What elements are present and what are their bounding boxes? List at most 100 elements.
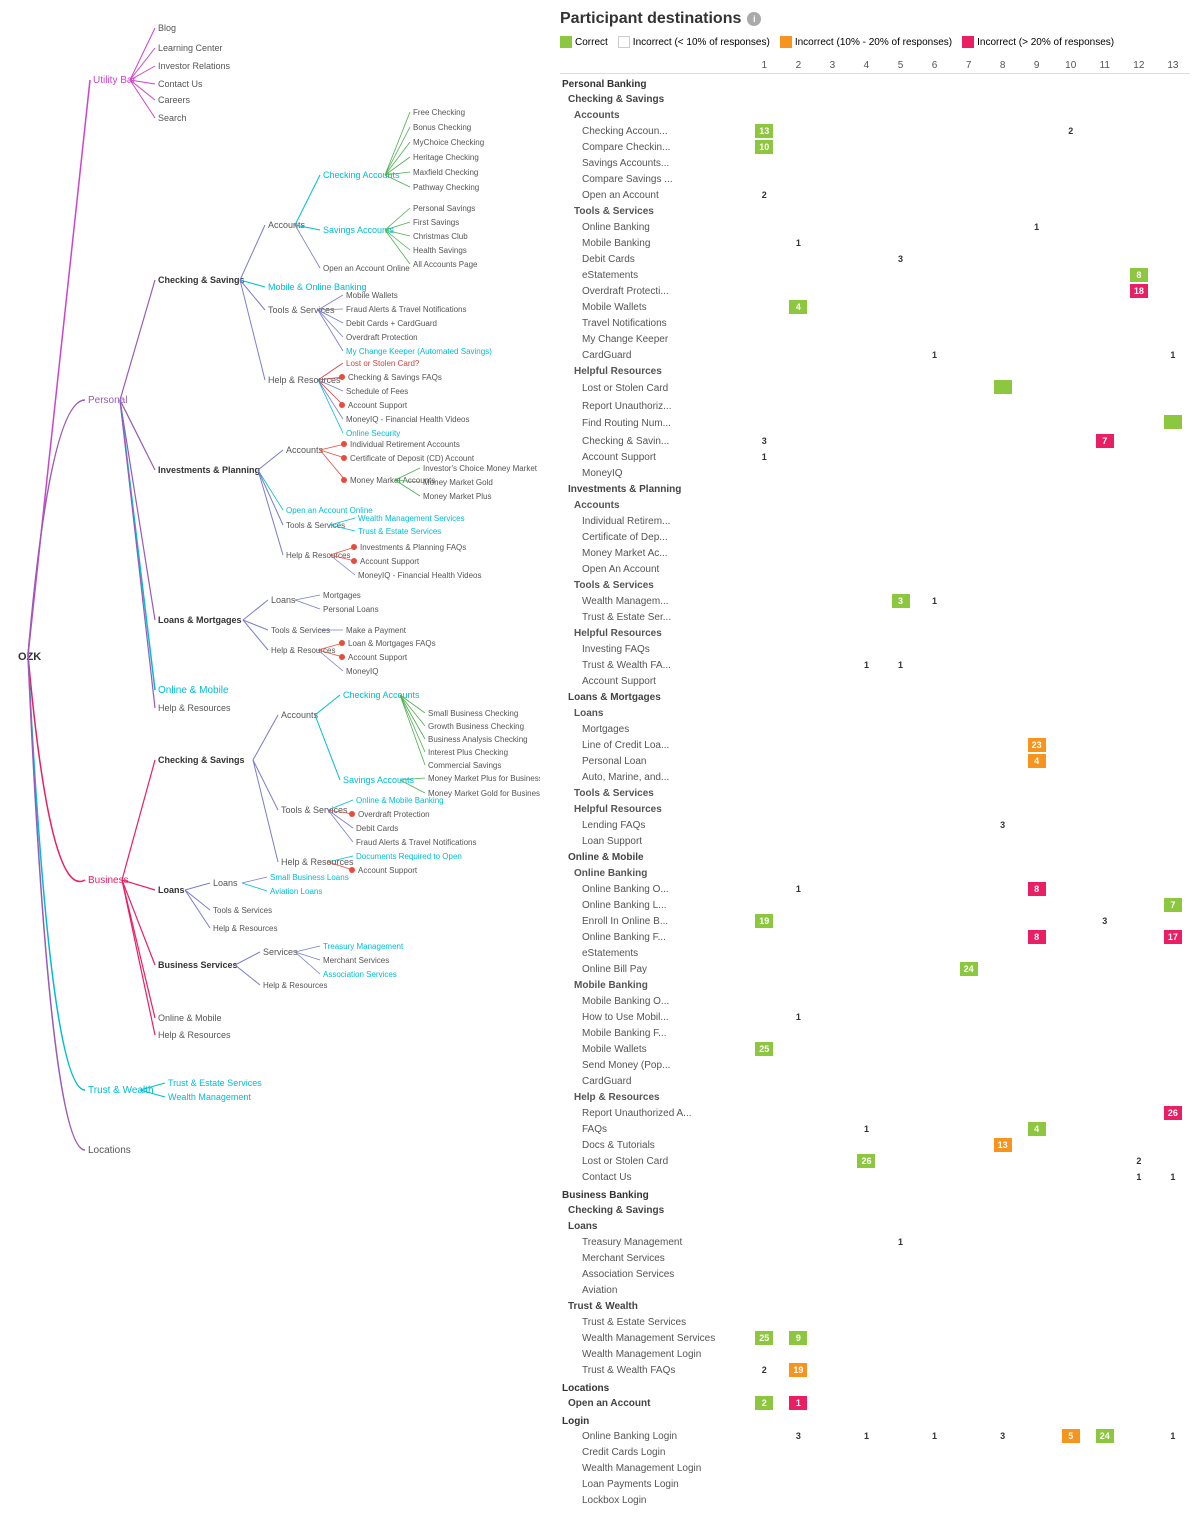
svg-text:Help & Resources: Help & Resources [213,924,277,933]
svg-text:Certificate of Deposit (CD) Ac: Certificate of Deposit (CD) Account [350,454,475,463]
svg-text:Trust & Estate Services: Trust & Estate Services [358,527,441,536]
data-cell [815,107,849,123]
data-cell [1054,1460,1088,1476]
table-row: Checking & Savings [560,1202,1190,1218]
info-icon[interactable]: i [747,12,761,26]
data-cell [747,1105,781,1121]
data-cell [986,593,1020,609]
destinations-table: 1 2 3 4 5 6 7 8 9 10 11 12 13 Personal B… [560,58,1190,1508]
svg-text:Bonus Checking: Bonus Checking [413,123,471,132]
row-label: CardGuard [560,1073,747,1089]
data-cell [1156,737,1190,753]
data-cell [1156,641,1190,657]
data-cell [883,801,917,817]
data-cell [1088,737,1122,753]
data-cell [849,1266,883,1282]
row-label: Trust & Estate Ser... [560,609,747,625]
svg-text:Overdraft Protection: Overdraft Protection [358,810,430,819]
data-cell [849,849,883,865]
data-cell [952,1169,986,1185]
data-cell [952,123,986,139]
data-cell [781,107,815,123]
svg-text:Savings Accounts[interactable]: Savings Accounts [323,225,395,235]
data-cell [986,398,1020,414]
trust-wealth-label[interactable]: Trust & Wealth [88,1085,154,1096]
svg-text:Treasury Management: Treasury Management [323,942,404,951]
data-cell [952,529,986,545]
svg-text:Interest Plus Checking: Interest Plus Checking [428,748,508,757]
data-cell [1156,1137,1190,1153]
data-cell [918,299,952,315]
data-cell [918,414,952,433]
row-label: Help & Resources [560,1089,747,1105]
data-cell [883,1121,917,1137]
data-cell [849,737,883,753]
data-cell [1122,187,1156,203]
data-cell [849,203,883,219]
legend-incorrect-20-box [780,36,792,48]
data-cell [883,513,917,529]
data-cell [883,1009,917,1025]
data-cell [918,641,952,657]
title-text: Participant destinations [560,10,741,28]
table-row: Business Banking [560,1185,1190,1202]
data-cell [849,577,883,593]
data-cell [918,398,952,414]
data-cell [747,497,781,513]
data-cell [1020,657,1054,673]
svg-text:Personal Savings: Personal Savings [413,204,475,213]
data-cell [747,881,781,897]
data-cell [781,315,815,331]
data-cell [815,481,849,497]
row-label: Loans & Mortgages [560,689,747,705]
data-cell [1156,561,1190,577]
svg-text:Online & Mobile[interactable]: Online & Mobile [158,685,229,696]
data-cell [952,315,986,331]
data-cell [747,1492,781,1508]
data-cell [815,865,849,881]
locations-label[interactable]: Locations [88,1145,131,1156]
data-cell [1020,1025,1054,1041]
table-row: Loans & Mortgages [560,689,1190,705]
data-cell [952,1105,986,1121]
data-cell [1088,1041,1122,1057]
data-cell [918,1089,952,1105]
data-cell [747,961,781,977]
table-row: Wealth Managem...31 [560,593,1190,609]
col-9: 9 [1020,58,1054,74]
column-header-row: 1 2 3 4 5 6 7 8 9 10 11 12 13 [560,58,1190,74]
table-row: Treasury Management1 [560,1234,1190,1250]
data-cell [849,593,883,609]
svg-text:Checking Accounts[interactable]: Checking Accounts [323,170,400,180]
svg-text:Help & Resources: Help & Resources [158,1030,231,1040]
data-cell [1020,849,1054,865]
svg-text:Individual Retirement Accounts: Individual Retirement Accounts [350,440,460,449]
data-cell [986,1153,1020,1169]
col-13: 13 [1156,58,1190,74]
data-cell [747,849,781,865]
svg-text:Overdraft Protection: Overdraft Protection [346,333,418,342]
table-row: Personal Banking [560,74,1190,92]
data-cell [883,449,917,465]
data-cell [1020,331,1054,347]
data-cell [747,1314,781,1330]
table-row: FAQs14 [560,1121,1190,1137]
data-cell [1054,219,1088,235]
data-cell [781,993,815,1009]
data-cell [918,961,952,977]
row-label: Checking & Savin... [560,433,747,449]
data-cell [986,769,1020,785]
data-cell [781,817,815,833]
data-cell [1020,1476,1054,1492]
data-cell [1088,961,1122,977]
data-cell [747,945,781,961]
data-cell [1054,465,1088,481]
data-cell [781,1282,815,1298]
data-cell [883,139,917,155]
data-cell [849,1411,883,1428]
data-cell [1156,753,1190,769]
data-cell [986,465,1020,481]
data-cell [883,833,917,849]
data-cell [815,1346,849,1362]
table-row: Send Money (Pop... [560,1057,1190,1073]
